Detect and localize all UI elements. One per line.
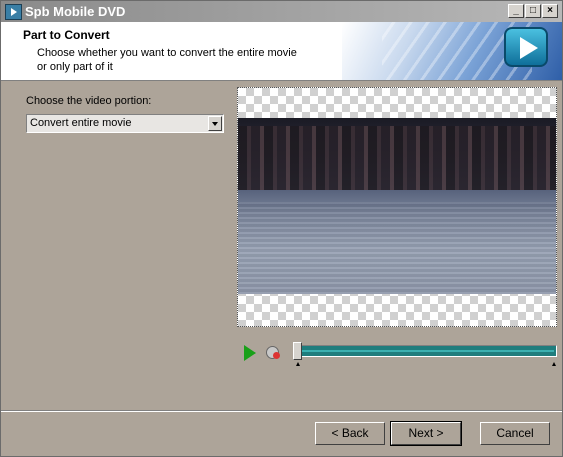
portion-select[interactable]: Convert entire movie <box>26 114 224 133</box>
page-title: Part to Convert <box>23 28 110 42</box>
divider <box>1 410 562 412</box>
window-title: Spb Mobile DVD <box>25 4 126 19</box>
wizard-window: Spb Mobile DVD _ □ × Part to Convert Cho… <box>0 0 563 457</box>
end-marker[interactable] <box>552 362 556 366</box>
play-icon <box>504 27 548 67</box>
maximize-button[interactable]: □ <box>525 4 541 18</box>
timeline-slider[interactable] <box>298 345 557 357</box>
back-button[interactable]: < Back <box>315 422 385 445</box>
play-icon[interactable] <box>244 345 256 361</box>
video-preview <box>237 87 557 327</box>
video-frame <box>238 118 556 294</box>
page-subtitle: Choose whether you want to convert the e… <box>37 47 297 73</box>
wizard-header: Part to Convert Choose whether you want … <box>1 22 562 81</box>
cancel-button[interactable]: Cancel <box>480 422 550 445</box>
title-bar[interactable]: Spb Mobile DVD _ □ × <box>1 1 562 22</box>
portion-label: Choose the video portion: <box>26 95 152 107</box>
clip-mark-icon[interactable] <box>266 346 280 359</box>
app-icon <box>5 4 22 20</box>
timeline-slider-thumb[interactable] <box>293 342 302 360</box>
portion-select-value: Convert entire movie <box>30 117 132 129</box>
close-button[interactable]: × <box>542 4 558 18</box>
minimize-button[interactable]: _ <box>508 4 524 18</box>
city-skyline <box>238 126 556 190</box>
start-marker[interactable] <box>296 362 300 366</box>
water-reflection <box>238 202 556 294</box>
next-button[interactable]: Next > <box>390 421 462 446</box>
chevron-down-icon[interactable] <box>208 116 222 131</box>
